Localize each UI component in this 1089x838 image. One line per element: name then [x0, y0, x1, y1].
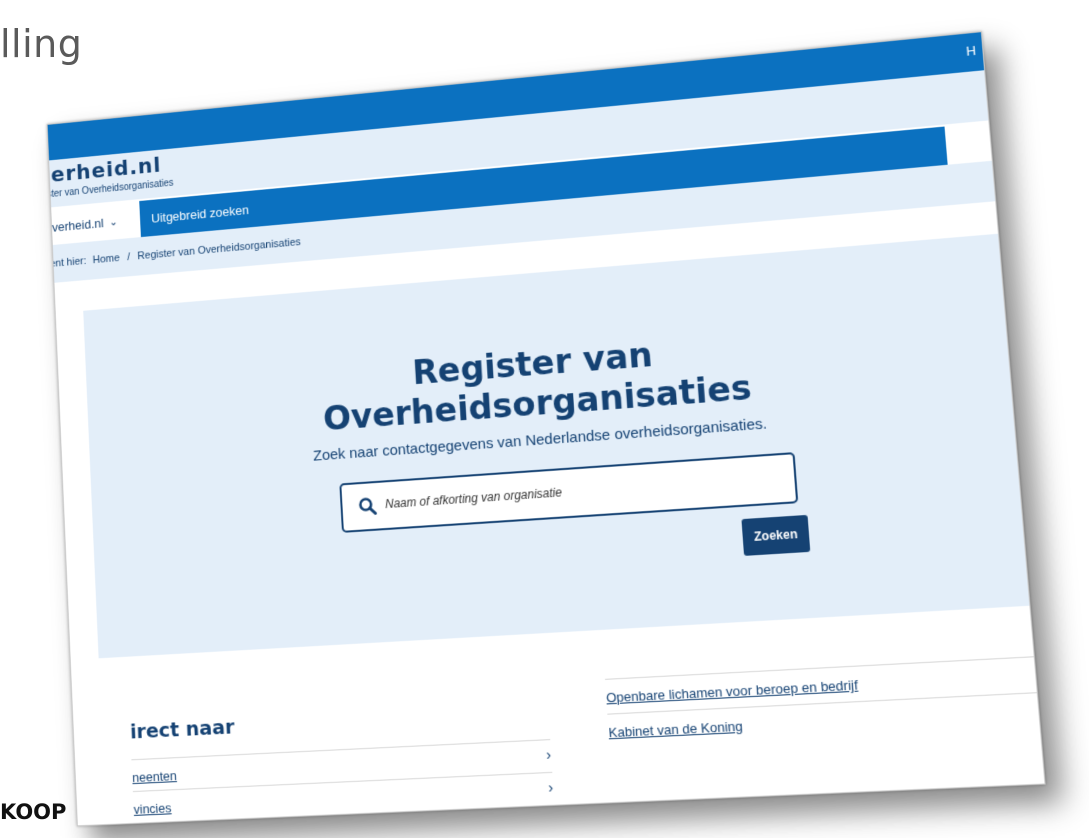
direct-links-right: Openbare lichamen voor beroep en bedrijf… — [604, 656, 1040, 749]
list-item-label: Kabinet van de Koning — [608, 718, 744, 741]
direct-naar-heading: irect naar — [129, 714, 235, 744]
list-item-label: Openbare lichamen voor beroep en bedrijf — [605, 677, 859, 706]
breadcrumb: ent hier: Home / Register van Overheidso… — [50, 236, 301, 270]
slide-title: lling — [0, 22, 83, 66]
chevron-right-icon: › — [545, 746, 552, 764]
search-button[interactable]: Zoeken — [741, 514, 811, 556]
breadcrumb-prefix: ent hier: — [49, 255, 87, 270]
breadcrumb-home-link[interactable]: Home — [93, 252, 121, 266]
nav-home-label: verheid.nl — [51, 215, 104, 235]
direct-links-left: neenten › vincies › — [131, 739, 555, 823]
screenshot-frame: H verheid.nl ster van Overheidsorganisat… — [46, 31, 1046, 827]
breadcrumb-separator: / — [126, 251, 131, 264]
breadcrumb-current: Register van Overheidsorganisaties — [137, 236, 302, 263]
list-item-label: vincies — [133, 800, 172, 817]
search-placeholder: Naam of afkorting van organisatie — [384, 485, 563, 512]
chevron-down-icon: ⌄ — [108, 215, 118, 229]
chevron-right-icon: › — [547, 779, 554, 797]
search-input[interactable]: Naam of afkorting van organisatie — [339, 452, 799, 533]
search-icon — [358, 496, 378, 517]
search-hero: Register van Overheidsorganisaties Zoek … — [83, 233, 1032, 659]
website-screenshot: H verheid.nl ster van Overheidsorganisat… — [46, 31, 1046, 827]
top-bar-link[interactable]: H — [966, 43, 977, 59]
list-item-label: neenten — [131, 768, 178, 786]
tab-label: Uitgebreid zoeken — [150, 201, 250, 226]
slide-footer-logo: KOOP — [0, 800, 67, 824]
